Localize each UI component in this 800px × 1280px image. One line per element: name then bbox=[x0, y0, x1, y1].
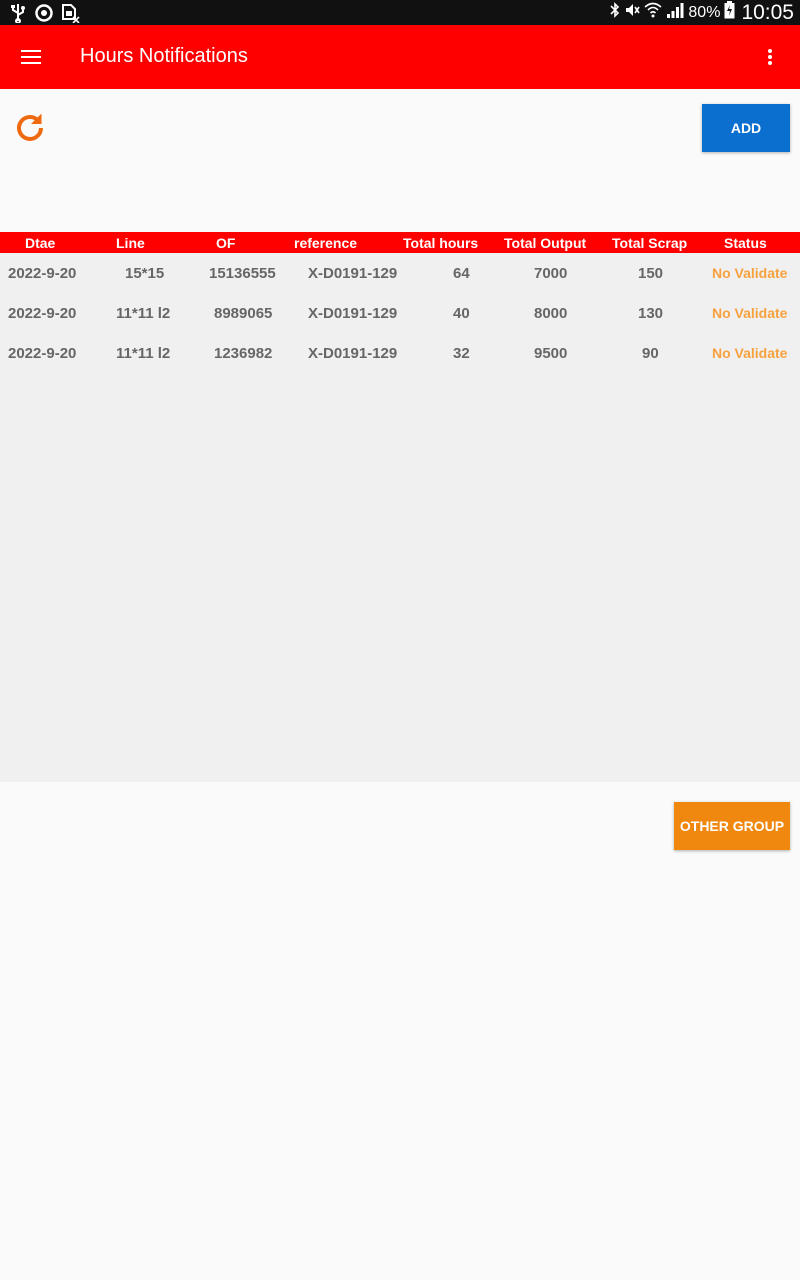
cell-date: 2022-9-20 bbox=[8, 345, 77, 362]
signal-icon bbox=[666, 2, 684, 23]
status-badge: No Validate bbox=[712, 265, 788, 281]
usb-icon bbox=[8, 3, 28, 23]
cell-line: 11*11 l2 bbox=[116, 305, 171, 322]
header-reference[interactable]: reference bbox=[294, 235, 357, 251]
cell-date: 2022-9-20 bbox=[8, 305, 77, 322]
cell-reference: X-D0191-129 bbox=[308, 265, 398, 282]
header-of[interactable]: OF bbox=[216, 235, 235, 251]
cell-total-scrap: 130 bbox=[638, 305, 664, 322]
table-header: Dtae Line OF reference Total hours Total… bbox=[0, 232, 800, 253]
header-status[interactable]: Status bbox=[724, 235, 767, 251]
app-bar: Hours Notifications bbox=[0, 25, 800, 89]
status-badge: No Validate bbox=[712, 305, 788, 321]
cell-total-output: 7000 bbox=[534, 265, 568, 282]
status-icons-right: 80% 10:05 bbox=[610, 0, 794, 25]
more-vert-icon[interactable] bbox=[760, 43, 780, 71]
cell-total-hours: 64 bbox=[453, 265, 470, 282]
add-button[interactable]: ADD bbox=[702, 104, 790, 152]
cell-reference: X-D0191-129 bbox=[308, 305, 398, 322]
table-row[interactable]: 2022-9-20 11*11 l2 1236982 X-D0191-129 3… bbox=[0, 333, 800, 373]
cell-total-output: 8000 bbox=[534, 305, 568, 322]
table-row[interactable]: 2022-9-20 11*11 l2 8989065 X-D0191-129 4… bbox=[0, 293, 800, 333]
other-group-button[interactable]: OTHER GROUP bbox=[674, 802, 790, 850]
cell-line: 11*11 l2 bbox=[116, 345, 171, 362]
sim-error-icon bbox=[60, 3, 80, 23]
wifi-icon bbox=[644, 2, 662, 23]
sync-icon bbox=[34, 3, 54, 23]
status-badge: No Validate bbox=[712, 345, 788, 361]
cell-date: 2022-9-20 bbox=[8, 265, 77, 282]
header-date[interactable]: Dtae bbox=[25, 235, 55, 251]
page-title: Hours Notifications bbox=[80, 45, 248, 67]
cell-line: 15*15 bbox=[125, 265, 165, 282]
header-total-output[interactable]: Total Output bbox=[504, 235, 586, 251]
cell-total-hours: 32 bbox=[453, 345, 470, 362]
cell-of: 8989065 bbox=[214, 305, 273, 322]
cell-total-hours: 40 bbox=[453, 305, 470, 322]
header-line[interactable]: Line bbox=[116, 235, 145, 251]
cell-total-output: 9500 bbox=[534, 345, 568, 362]
bluetooth-icon bbox=[610, 2, 620, 23]
table-row[interactable]: 2022-9-20 15*15 15136555 X-D0191-129 64 … bbox=[0, 253, 800, 293]
cell-total-scrap: 90 bbox=[642, 345, 659, 362]
cell-total-scrap: 150 bbox=[638, 265, 664, 282]
battery-icon bbox=[724, 1, 735, 24]
status-icons-left bbox=[8, 3, 80, 23]
refresh-icon[interactable] bbox=[12, 110, 48, 146]
battery-percent: 80% bbox=[688, 3, 721, 21]
cell-reference: X-D0191-129 bbox=[308, 345, 398, 362]
hamburger-menu-icon[interactable] bbox=[20, 45, 52, 69]
hours-table: Dtae Line OF reference Total hours Total… bbox=[0, 232, 800, 782]
clock: 10:05 bbox=[741, 0, 794, 24]
header-total-scrap[interactable]: Total Scrap bbox=[612, 235, 687, 251]
cell-of: 1236982 bbox=[214, 345, 273, 362]
header-total-hours[interactable]: Total hours bbox=[403, 235, 478, 251]
mute-icon bbox=[624, 2, 641, 23]
cell-of: 15136555 bbox=[209, 265, 276, 282]
status-bar: 80% 10:05 bbox=[0, 0, 800, 25]
